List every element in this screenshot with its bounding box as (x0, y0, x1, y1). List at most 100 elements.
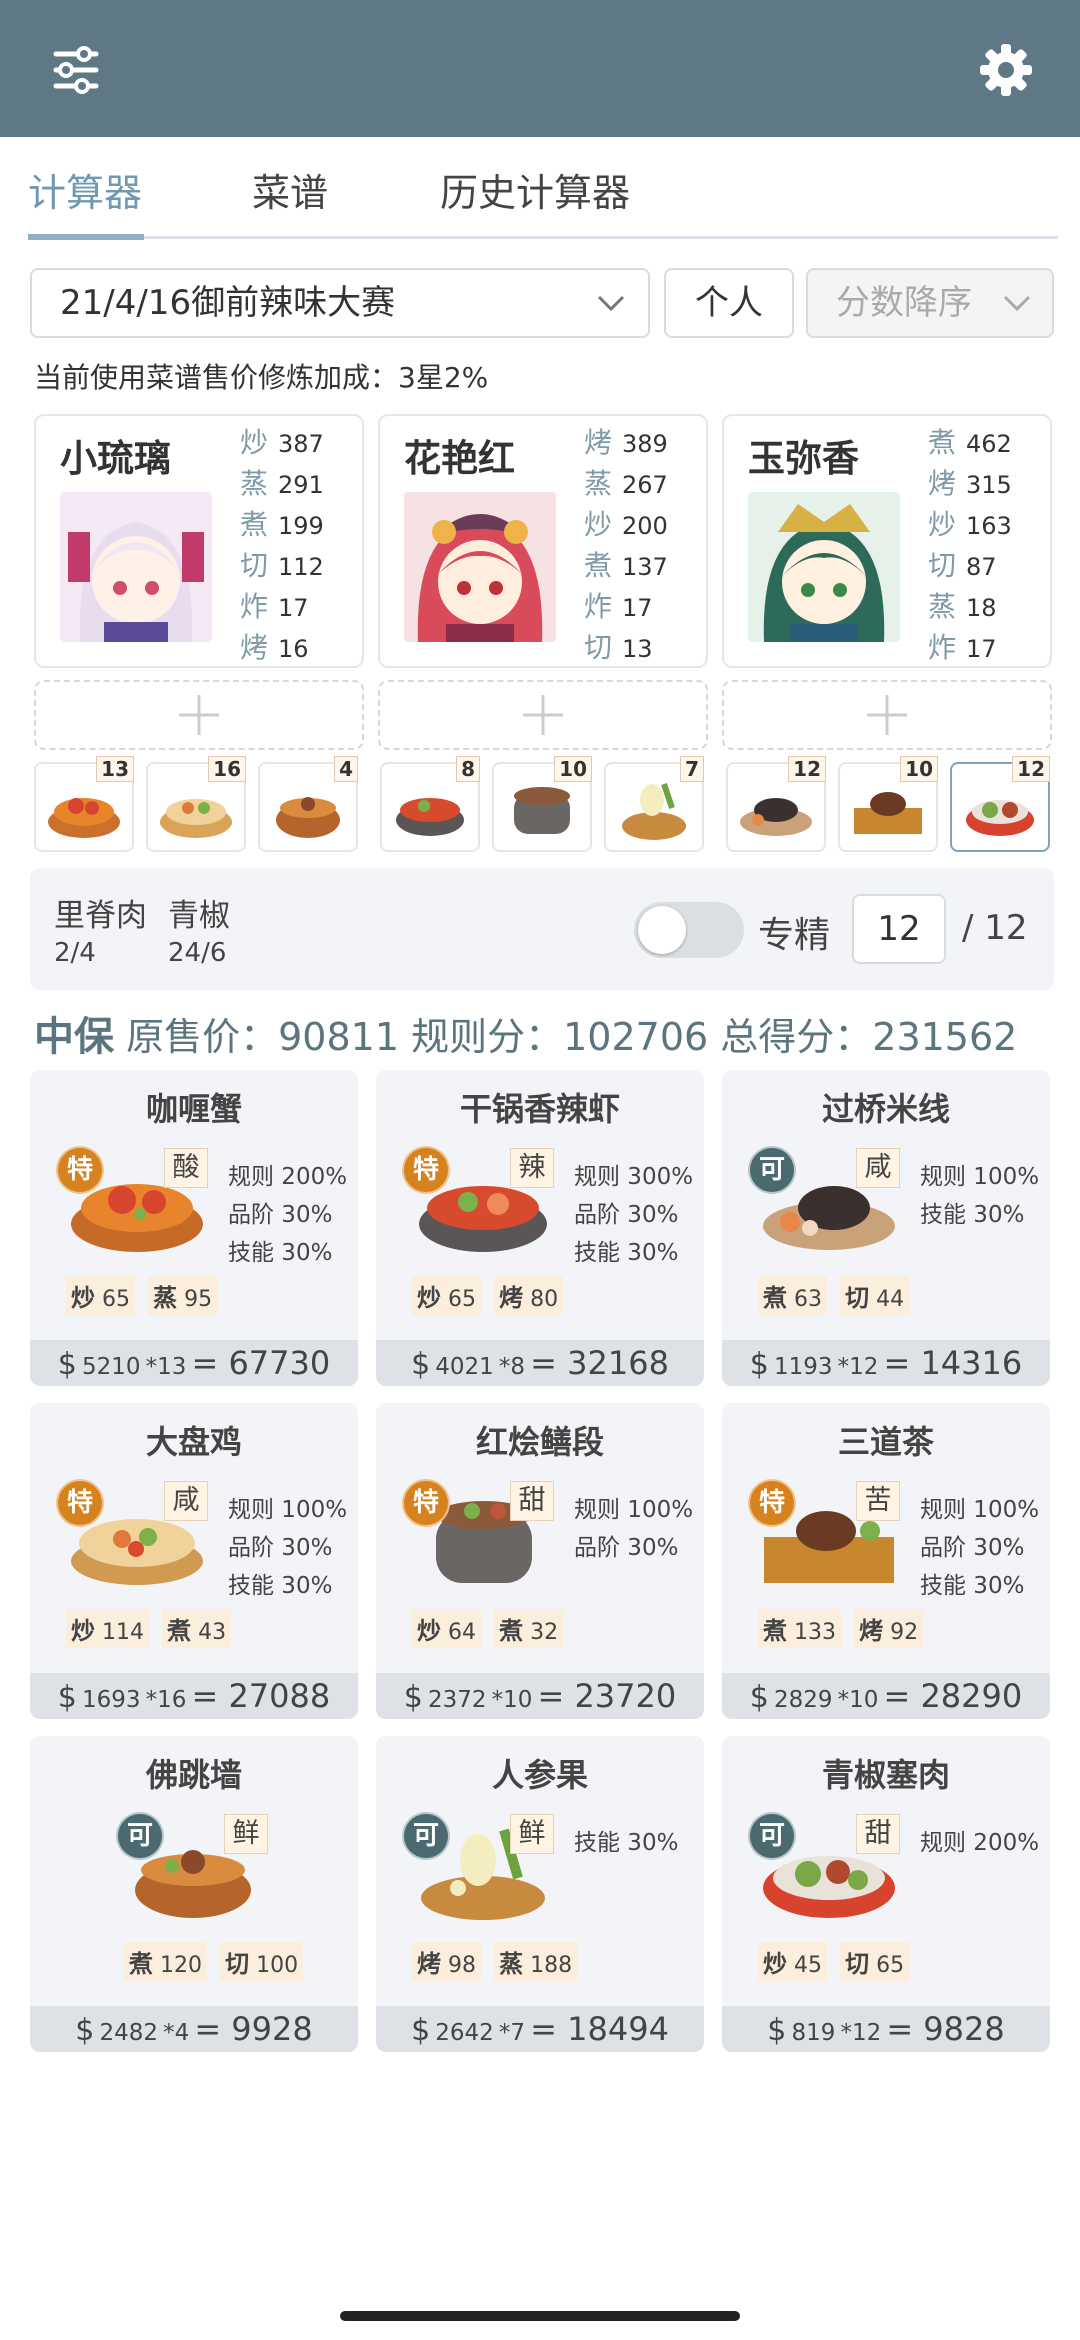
dish-slot[interactable]: 12 (726, 756, 826, 852)
chef-avatar (404, 492, 556, 642)
dish-slot[interactable]: 7 (604, 756, 704, 852)
tab-active-indicator (28, 234, 144, 240)
chef-card[interactable]: 花艳红 烤 389 蒸 267 炒 200 煮 137 炸 17 切 13 (378, 414, 708, 668)
recipe-card[interactable]: 大盘鸡 特 咸 规则 100% 品阶 30% 技能 30% 炒 114 煮 43… (30, 1403, 358, 1719)
ingredient-quantity: 24/6 (168, 938, 227, 968)
rarity-badge: 可 (750, 1814, 794, 1858)
chef-card[interactable]: 小琉璃 炒 387 蒸 291 煮 199 切 112 炸 17 烤 16 (34, 414, 364, 668)
recipe-stat: 品阶 30% (228, 1535, 333, 1561)
recipe-stat: 规则 300% (574, 1164, 694, 1190)
recipe-price-row: $ 2482 *4 = 9928 (30, 2006, 358, 2052)
chevron-down-icon (1003, 295, 1031, 312)
skill-name: 切 (928, 549, 957, 582)
skill-value: 389 (622, 430, 668, 458)
add-equipment-slot[interactable] (34, 680, 364, 750)
skill-name: 煮 (763, 1617, 787, 1645)
recipe-total: = 27088 (191, 1677, 331, 1715)
rarity-badge: 可 (404, 1814, 448, 1858)
skill-requirement: 炒 114 (66, 1609, 149, 1648)
skill-name: 蒸 (928, 590, 957, 623)
recipe-card[interactable]: 三道茶 特 苦 规则 100% 品阶 30% 技能 30% 煮 133 烤 92… (722, 1403, 1050, 1719)
tab-calculator[interactable]: 计算器 (28, 162, 142, 217)
recipe-total: = 28290 (883, 1677, 1023, 1715)
skill-requirement: 切 100 (220, 1942, 304, 1981)
quantity: *4 (163, 2020, 190, 2046)
recipe-stat: 规则 100% (228, 1497, 348, 1523)
toggle-knob (638, 906, 686, 954)
skill-requirement: 炒 64 (412, 1609, 481, 1648)
filter-sliders-icon[interactable] (36, 30, 116, 110)
skill-value: 95 (184, 1287, 213, 1312)
ingredient-name: 青椒 (168, 898, 230, 934)
dish-count: 13 (96, 756, 134, 782)
score-summary: 中保 原售价：90811 规则分：102706 总得分：231562 (34, 1004, 1017, 1062)
recipe-card[interactable]: 咖喱蟹 特 酸 规则 200% 品阶 30% 技能 30% 炒 65 蒸 95 … (30, 1070, 358, 1386)
tab-history-calculator[interactable]: 历史计算器 (440, 162, 630, 217)
gear-icon[interactable] (966, 30, 1046, 110)
skill-value: 98 (448, 1953, 476, 1978)
recipe-stat: 技能 30% (920, 1202, 1025, 1228)
add-equipment-slot[interactable] (722, 680, 1052, 750)
unit-price: 1193 (773, 1354, 833, 1380)
recipe-card[interactable]: 人参果 可 鲜 技能 30% 烤 98 蒸 188 $ 2642 *7 = 18… (376, 1736, 704, 2052)
specialize-label: 专精 (758, 915, 831, 956)
dish-count: 4 (334, 756, 358, 782)
skill-name: 炒 (417, 1617, 441, 1645)
unit-price: 2372 (427, 1687, 487, 1713)
home-indicator[interactable] (340, 2311, 740, 2321)
recipe-price-row: $ 1693 *16 = 27088 (30, 1673, 358, 1719)
recipe-stat: 技能 30% (920, 1573, 1025, 1599)
skill-name: 烤 (859, 1617, 884, 1645)
recipe-name: 红烩鳝段 (475, 1423, 604, 1461)
recipe-total: = 9928 (194, 2010, 313, 2048)
contest-select[interactable]: 21/4/16御前辣味大赛 (30, 268, 650, 338)
chef-card[interactable]: 玉弥香 煮 462 烤 315 炒 163 切 87 蒸 18 炸 17 (722, 414, 1052, 668)
recipe-card[interactable]: 过桥米线 可 咸 规则 100% 技能 30% 煮 63 切 44 $ 1193… (722, 1070, 1050, 1386)
tab-recipes[interactable]: 菜谱 (252, 162, 328, 217)
skill-requirement: 煮 133 (758, 1609, 841, 1648)
recipe-stat: 品阶 30% (574, 1202, 679, 1228)
recipe-card[interactable]: 红烩鳝段 特 甜 规则 100% 品阶 30% 炒 64 煮 32 $ 2372… (376, 1403, 704, 1719)
recipe-stat: 规则 100% (920, 1497, 1040, 1523)
recipe-name: 咖喱蟹 (145, 1090, 242, 1128)
recipe-card[interactable]: 青椒塞肉 可 甜 规则 200% 炒 45 切 65 $ 819 *12 = 9… (722, 1736, 1050, 2052)
recipe-total: = 9828 (886, 2010, 1005, 2048)
recipe-stat: 品阶 30% (920, 1535, 1025, 1561)
unit-price: 4021 (435, 1354, 494, 1380)
quantity: *8 (498, 1354, 526, 1380)
dollar-icon: $ (57, 1680, 77, 1715)
dish-slot[interactable]: 8 (380, 756, 480, 852)
skill-value: 462 (966, 430, 1012, 458)
unit-price: 2482 (99, 2020, 158, 2046)
dish-slot[interactable]: 16 (146, 756, 246, 852)
dish-count: 16 (208, 756, 246, 782)
specialize-toggle[interactable] (634, 902, 744, 958)
dish-count: 12 (1012, 756, 1050, 782)
rarity-badge: 特 (58, 1148, 102, 1192)
dollar-icon: $ (411, 1347, 431, 1382)
recipe-name: 人参果 (491, 1756, 588, 1794)
skill-value: 65 (102, 1287, 130, 1312)
skill-name: 炒 (71, 1284, 95, 1312)
dish-slot[interactable]: 13 (34, 756, 134, 852)
quantity: *12 (840, 2020, 882, 2046)
dish-slot[interactable]: 10 (492, 756, 592, 852)
skill-name: 炸 (240, 590, 269, 623)
skill-name: 煮 (584, 549, 613, 582)
skill-requirement: 切 44 (840, 1276, 910, 1315)
recipe-card[interactable]: 干锅香辣虾 特 辣 规则 300% 品阶 30% 技能 30% 炒 65 烤 8… (376, 1070, 704, 1386)
dish-slot[interactable]: 4 (258, 756, 358, 852)
quantity-max: / 12 (962, 908, 1028, 948)
add-equipment-slot[interactable] (378, 680, 708, 750)
chef-avatar (748, 492, 900, 642)
dish-slot-selected[interactable]: 12 (950, 756, 1050, 852)
sort-select[interactable]: 分数降序 (806, 268, 1054, 338)
skill-value: 13 (622, 635, 653, 663)
skill-value: 63 (794, 1287, 822, 1312)
quantity-input[interactable]: 12 (852, 894, 946, 964)
dish-slot[interactable]: 10 (838, 756, 938, 852)
skill-name: 炒 (240, 426, 269, 459)
recipe-card[interactable]: 佛跳墙 可 鲜 煮 120 切 100 $ 2482 *4 = 9928 (30, 1736, 358, 2052)
skill-name: 煮 (129, 1950, 153, 1978)
mode-button[interactable]: 个人 (664, 268, 794, 338)
